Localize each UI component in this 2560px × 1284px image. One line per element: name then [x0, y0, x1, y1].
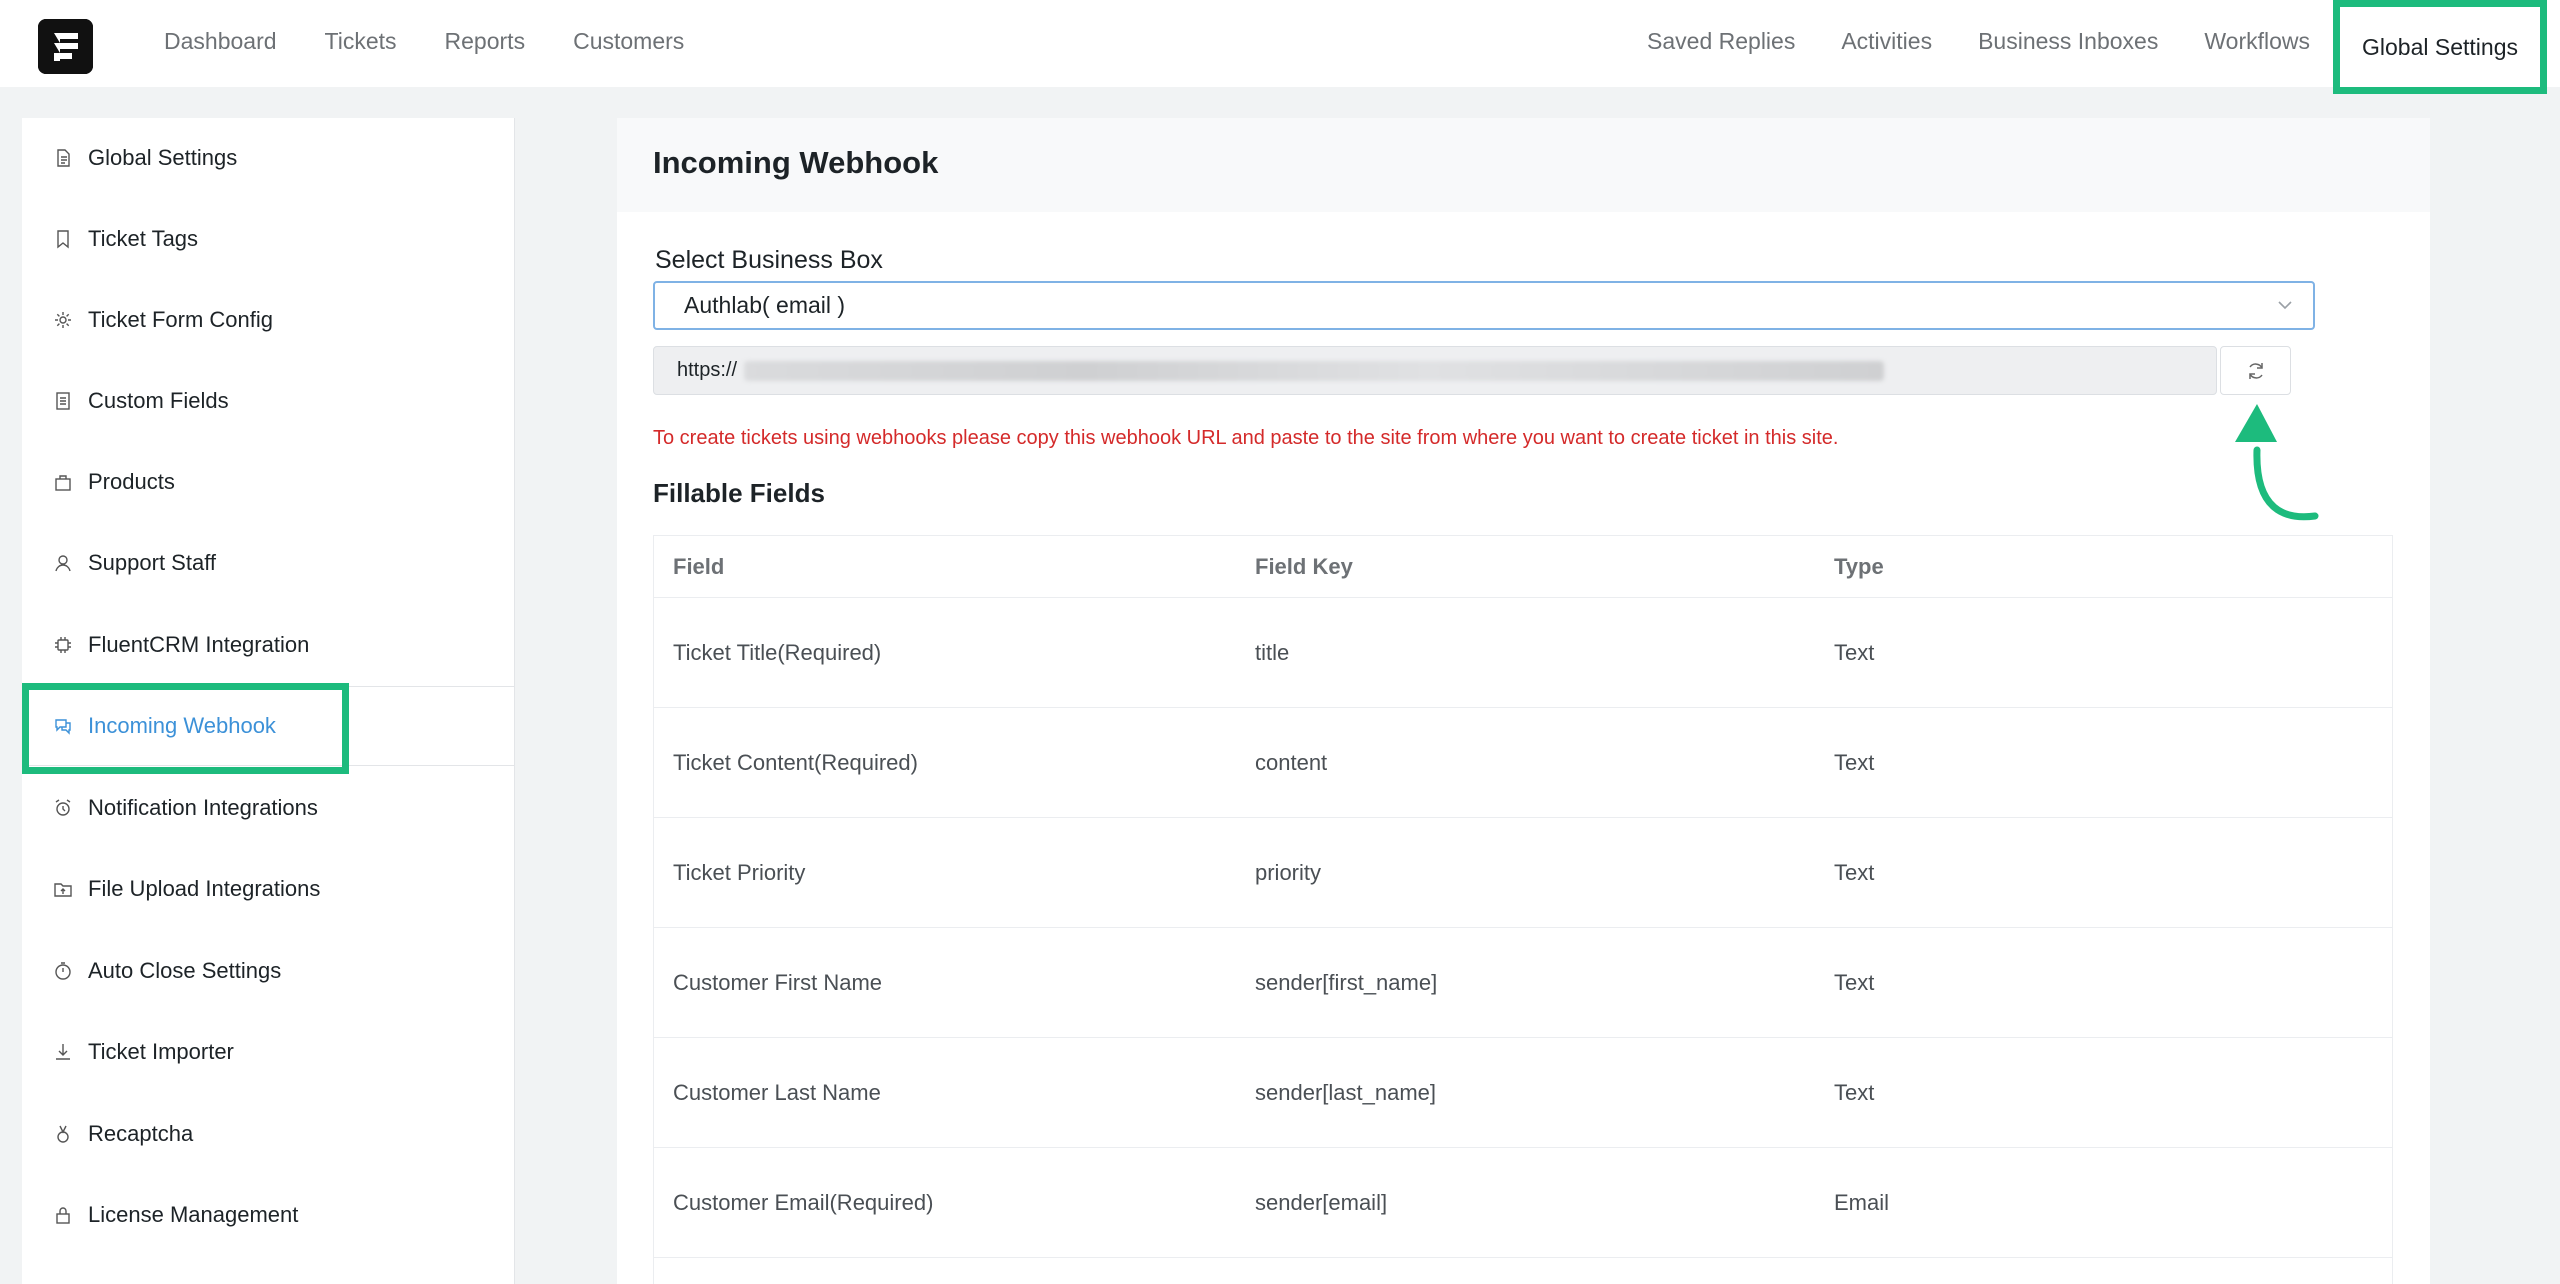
header-field-key: Field Key [1255, 553, 1353, 579]
cell-field: Ticket Content(Required) [673, 749, 918, 775]
cell-field-key: title [1255, 639, 1290, 665]
sidebar-item-license-management[interactable]: License Management [22, 1175, 515, 1255]
list-icon [52, 390, 74, 412]
sidebar-item-label: FluentCRM Integration [88, 632, 310, 657]
sidebar-item-ticket-tags[interactable]: Ticket Tags [22, 199, 515, 279]
cell-field-key: content [1255, 749, 1328, 775]
sidebar-item-label: Support Staff [88, 550, 217, 575]
timer-icon [52, 960, 74, 982]
sidebar-item-auto-close-settings[interactable]: Auto Close Settings [22, 931, 515, 1011]
redacted-url [744, 361, 1884, 381]
sidebar-item-notification-integrations[interactable]: Notification Integrations [22, 768, 515, 848]
sidebar-item-file-upload-integrations[interactable]: File Upload Integrations [22, 849, 515, 929]
header-type: Type [1834, 553, 1884, 579]
cell-type: Text [1834, 1079, 1875, 1105]
page-title: Incoming Webhook [653, 145, 939, 180]
refresh-icon [2248, 362, 2263, 379]
app-logo[interactable] [38, 19, 93, 74]
medal-icon [52, 1123, 74, 1145]
sidebar-item-label: Ticket Tags [88, 226, 199, 251]
alarm-icon [52, 797, 74, 819]
header-field: Field [673, 553, 725, 579]
top-navbar: Dashboard Tickets Reports Customers Save… [0, 0, 2560, 94]
select-value: Authlab( email ) [684, 292, 846, 318]
cell-field-key: sender[email] [1255, 1189, 1388, 1215]
chat-icon [52, 715, 74, 737]
nav-workflows[interactable]: Workflows [2181, 28, 2333, 55]
cell-field-key: priority [1255, 859, 1322, 885]
nav-dashboard[interactable]: Dashboard [164, 28, 277, 55]
sidebar-item-products[interactable]: Products [22, 442, 515, 522]
sidebar-item-custom-fields[interactable]: Custom Fields [22, 361, 515, 441]
sidebar-item-label: Recaptcha [88, 1121, 194, 1146]
sidebar-item-label: Auto Close Settings [88, 958, 282, 983]
sidebar-item-incoming-webhook[interactable]: Incoming Webhook [22, 683, 515, 774]
cell-field: Customer Last Name [673, 1079, 881, 1105]
sidebar-item-global-settings[interactable]: Global Settings [22, 118, 515, 198]
cell-field: Ticket Priority [673, 859, 806, 885]
webhook-url-text: https:// [677, 359, 738, 381]
cell-field: Ticket Title(Required) [673, 639, 882, 665]
cell-type: Text [1834, 859, 1875, 885]
cell-type: Email [1834, 1189, 1890, 1215]
sidebar-item-label: Ticket Importer [88, 1039, 234, 1064]
table-row: Ticket Title(Required) title Text [654, 598, 2392, 708]
table-row: Customer First Name sender[first_name] T… [654, 928, 2392, 1038]
annotation-arrow-icon [2235, 404, 2319, 521]
cell-field-key: sender[first_name] [1255, 969, 1438, 995]
table-row: Ticket Content(Required) content Text [654, 708, 2392, 818]
cell-type: Text [1834, 639, 1875, 665]
fillable-fields-table: Field Field Key Type Ticket Title(Requir… [653, 535, 2393, 1284]
sidebar-item-label: Global Settings [88, 145, 238, 170]
webhook-hint-text: To create tickets using webhooks please … [653, 427, 1839, 449]
chevron-down-icon [2278, 301, 2292, 310]
table-row: Customer Last Name sender[last_name] Tex… [654, 1038, 2392, 1148]
table-row: Customer Email(Required) sender[email] E… [654, 1148, 2392, 1258]
sidebar-item-fluentcrm-integration[interactable]: FluentCRM Integration [22, 605, 515, 685]
bookmark-icon [52, 228, 74, 250]
business-box-select[interactable]: Authlab( email ) [653, 281, 2315, 330]
select-business-label: Select Business Box [655, 246, 883, 274]
document-icon [52, 147, 74, 169]
nav-business-inboxes[interactable]: Business Inboxes [1955, 28, 2181, 55]
table-row: Ticket Priority priority Text [654, 818, 2392, 928]
table-header: Field Field Key Type [654, 536, 2392, 598]
user-icon [52, 552, 74, 574]
nav-global-settings[interactable]: Global Settings [2333, 0, 2547, 94]
nav-activities[interactable]: Activities [1818, 28, 1955, 55]
chip-icon [52, 634, 74, 656]
nav-customers[interactable]: Customers [573, 28, 684, 55]
sidebar-item-label: License Management [88, 1202, 299, 1227]
fillable-fields-heading: Fillable Fields [653, 478, 825, 508]
refresh-url-button[interactable] [2220, 346, 2291, 395]
cell-field: Customer Email(Required) [673, 1189, 934, 1215]
cell-field-key: sender[last_name] [1255, 1079, 1436, 1105]
lock-icon [52, 1204, 74, 1226]
nav-reports[interactable]: Reports [445, 28, 526, 55]
bag-icon [52, 471, 74, 493]
sidebar-item-label: Products [88, 469, 175, 494]
cell-field: Customer First Name [673, 969, 883, 995]
folder-icon [52, 878, 74, 900]
gear-icon [52, 309, 74, 331]
primary-nav: Dashboard Tickets Reports Customers [140, 0, 708, 82]
settings-sidebar: Global Settings Ticket Tags Ticket Form … [22, 118, 515, 1284]
nav-saved-replies[interactable]: Saved Replies [1624, 28, 1818, 55]
nav-tickets[interactable]: Tickets [325, 28, 397, 55]
sidebar-item-ticket-form-config[interactable]: Ticket Form Config [22, 280, 515, 360]
sidebar-item-support-staff[interactable]: Support Staff [22, 523, 515, 603]
secondary-nav: Saved Replies Activities Business Inboxe… [1624, 0, 2560, 94]
sidebar-item-label: Incoming Webhook [88, 713, 276, 738]
cell-type: Text [1834, 749, 1875, 775]
sidebar-item-recaptcha[interactable]: Recaptcha [22, 1094, 515, 1174]
sidebar-item-label: File Upload Integrations [88, 876, 321, 901]
webhook-url-field[interactable]: https:// [653, 346, 2217, 395]
download-icon [52, 1041, 74, 1063]
sidebar-item-label: Notification Integrations [88, 795, 318, 820]
sidebar-item-ticket-importer[interactable]: Ticket Importer [22, 1012, 515, 1092]
sidebar-item-label: Ticket Form Config [88, 307, 274, 332]
sidebar-item-label: Custom Fields [88, 388, 229, 413]
cell-type: Text [1834, 969, 1875, 995]
